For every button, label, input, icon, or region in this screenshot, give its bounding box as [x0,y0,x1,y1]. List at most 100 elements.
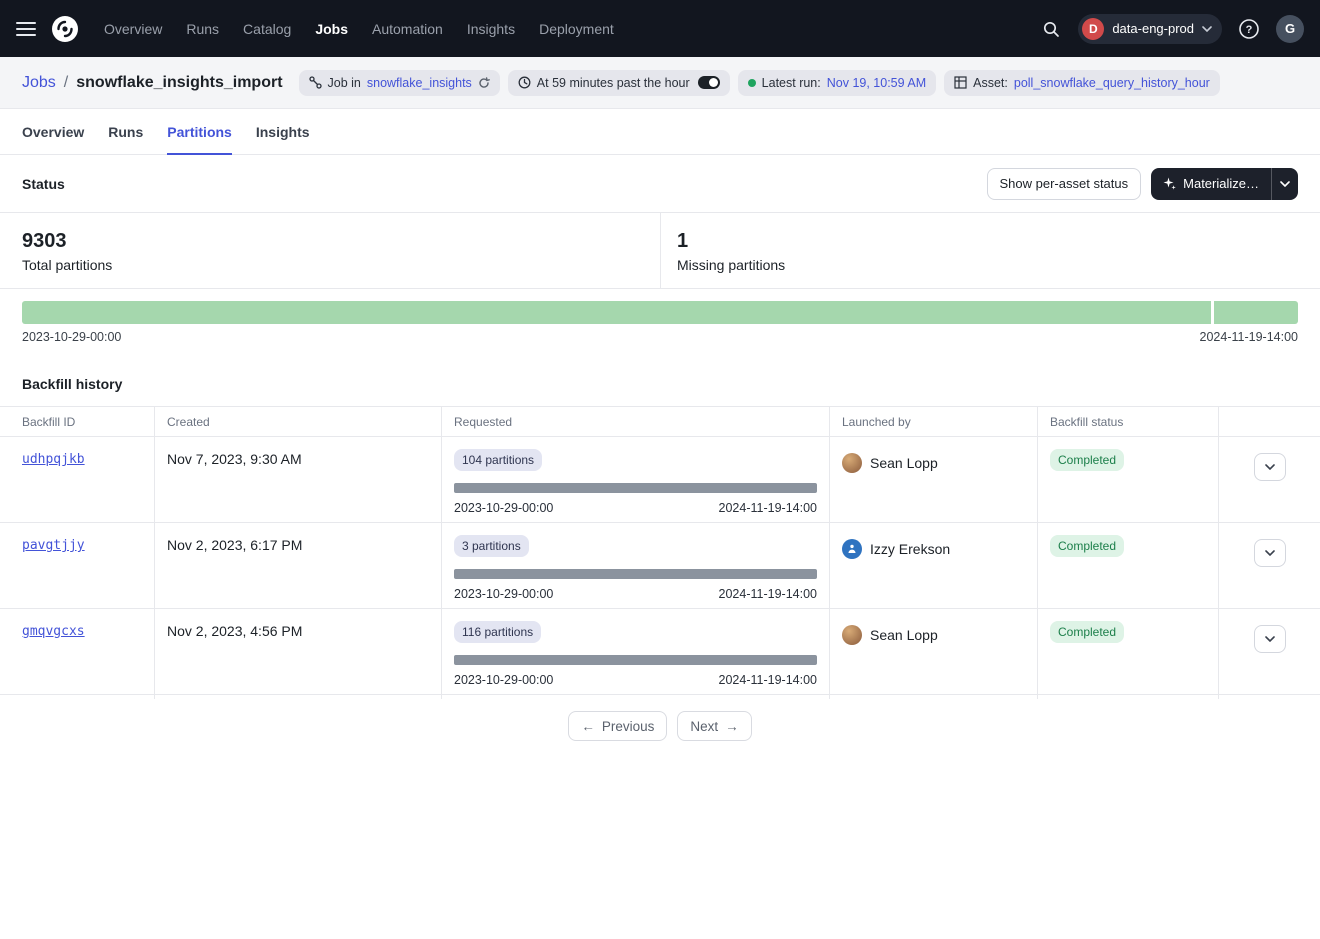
materialize-split-button: Materialize… [1151,168,1298,200]
missing-partitions-label: Missing partitions [677,257,1298,273]
col-backfill-id: Backfill ID [0,407,154,436]
created-cell: Nov 7, 2023, 9:30 AM [167,449,429,467]
status-title: Status [22,176,65,192]
breadcrumb-separator: / [64,74,68,92]
sparkle-icon [1163,177,1176,190]
avatar [842,539,862,559]
total-partitions-value: 9303 [22,227,638,255]
next-label: Next [690,719,718,734]
created-cell: Nov 2, 2023, 6:17 PM [167,535,429,553]
missing-partition-gap [1211,301,1214,324]
nav-item-jobs[interactable]: Jobs [315,21,348,37]
nav-item-automation[interactable]: Automation [372,21,443,37]
status-header: Status Show per-asset status Materialize… [0,155,1320,213]
schedule-label: At 59 minutes past the hour [537,76,690,90]
requested-range-start: 2023-10-29-00:00 [454,587,553,601]
run-status-dot [748,79,756,87]
clock-icon [518,76,531,89]
table-row: pavgtjjy Nov 2, 2023, 6:17 PM 3 partitio… [0,523,1320,609]
nav-item-insights[interactable]: Insights [467,21,515,37]
nav-item-runs[interactable]: Runs [186,21,219,37]
total-partitions-stat: 9303 Total partitions [0,213,660,288]
help-icon[interactable]: ? [1234,14,1264,44]
app-header: Overview Runs Catalog Jobs Automation In… [0,0,1320,57]
main-nav: Overview Runs Catalog Jobs Automation In… [104,21,614,37]
requested-range-start: 2023-10-29-00:00 [454,501,553,515]
job-location-link[interactable]: snowflake_insights [367,76,472,90]
asset-label: Asset: [973,76,1008,90]
row-actions-button[interactable] [1254,625,1286,653]
arrow-right-icon: → [725,719,739,734]
pagination: ← Previous Next → [0,711,1320,741]
requested-partitions-badge: 104 partitions [454,449,542,471]
tab-partitions[interactable]: Partitions [167,109,232,155]
status-badge: Completed [1050,535,1124,557]
partition-range-start: 2023-10-29-00:00 [22,330,121,344]
backfill-table-header: Backfill ID Created Requested Launched b… [0,406,1320,437]
missing-partitions-value: 1 [677,227,1298,255]
avatar [842,453,862,473]
show-per-asset-status-button[interactable]: Show per-asset status [987,168,1142,200]
asset-badge: Asset: poll_snowflake_query_history_hour [944,70,1220,96]
partition-stats: 9303 Total partitions 1 Missing partitio… [0,213,1320,289]
requested-partitions-badge: 3 partitions [454,535,529,557]
tab-runs[interactable]: Runs [108,109,143,155]
partition-health-bar-block: 2023-10-29-00:00 2024-11-19-14:00 [0,289,1320,358]
user-avatar[interactable]: G [1276,15,1304,43]
breadcrumb-jobs-link[interactable]: Jobs [22,74,56,92]
backfill-history-title: Backfill history [0,358,1320,406]
search-icon[interactable] [1036,14,1066,44]
breadcrumb-bar: Jobs / snowflake_insights_import Job in … [0,57,1320,109]
created-cell: Nov 2, 2023, 4:56 PM [167,621,429,639]
launched-by-name: Sean Lopp [870,455,938,471]
row-actions-button[interactable] [1254,539,1286,567]
schedule-toggle[interactable] [698,76,720,89]
backfill-id-link[interactable]: gmqvgcxs [22,621,85,639]
schedule-badge: At 59 minutes past the hour [508,70,730,96]
job-badge-prefix: Job in [328,76,361,90]
job-tabs: Overview Runs Partitions Insights [0,109,1320,155]
dagster-logo[interactable] [50,14,80,44]
reload-icon[interactable] [478,77,490,89]
requested-range-end: 2024-11-19-14:00 [719,501,817,515]
latest-run-label: Latest run: [762,76,821,90]
row-actions-button[interactable] [1254,453,1286,481]
deployment-switcher[interactable]: D data-eng-prod [1078,14,1222,44]
materialize-dropdown-button[interactable] [1272,168,1298,200]
previous-page-button[interactable]: ← Previous [568,711,667,741]
requested-range-end: 2024-11-19-14:00 [719,673,817,687]
svg-text:?: ? [1246,24,1253,36]
nav-item-catalog[interactable]: Catalog [243,21,291,37]
col-backfill-status: Backfill status [1037,407,1218,436]
job-location-badge: Job in snowflake_insights [299,70,500,96]
nav-item-overview[interactable]: Overview [104,21,162,37]
chevron-down-icon [1202,26,1212,32]
deployment-label: data-eng-prod [1112,21,1194,36]
requested-range-bar [454,655,817,665]
col-created: Created [154,407,441,436]
next-page-button[interactable]: Next → [677,711,751,741]
col-launched-by: Launched by [829,407,1037,436]
requested-range-bar [454,569,817,579]
requested-range-bar [454,483,817,493]
tab-insights[interactable]: Insights [256,109,310,155]
backfill-id-link[interactable]: pavgtjjy [22,535,85,553]
requested-range-end: 2024-11-19-14:00 [719,587,817,601]
col-requested: Requested [441,407,829,436]
table-row: udhpqjkb Nov 7, 2023, 9:30 AM 104 partit… [0,437,1320,523]
requested-range-start: 2023-10-29-00:00 [454,673,553,687]
materialize-label: Materialize… [1183,176,1259,191]
tab-overview[interactable]: Overview [22,109,84,155]
latest-run-link[interactable]: Nov 19, 10:59 AM [827,76,926,90]
backfill-id-link[interactable]: udhpqjkb [22,449,85,467]
deployment-avatar: D [1082,18,1104,40]
page-title: snowflake_insights_import [76,74,282,92]
asset-link[interactable]: poll_snowflake_query_history_hour [1014,76,1210,90]
asset-grid-icon [954,76,967,89]
partition-health-bar[interactable] [22,301,1298,324]
menu-icon[interactable] [16,22,36,36]
latest-run-badge: Latest run: Nov 19, 10:59 AM [738,70,936,96]
materialize-button[interactable]: Materialize… [1151,168,1271,200]
nav-item-deployment[interactable]: Deployment [539,21,614,37]
job-icon [309,76,322,89]
